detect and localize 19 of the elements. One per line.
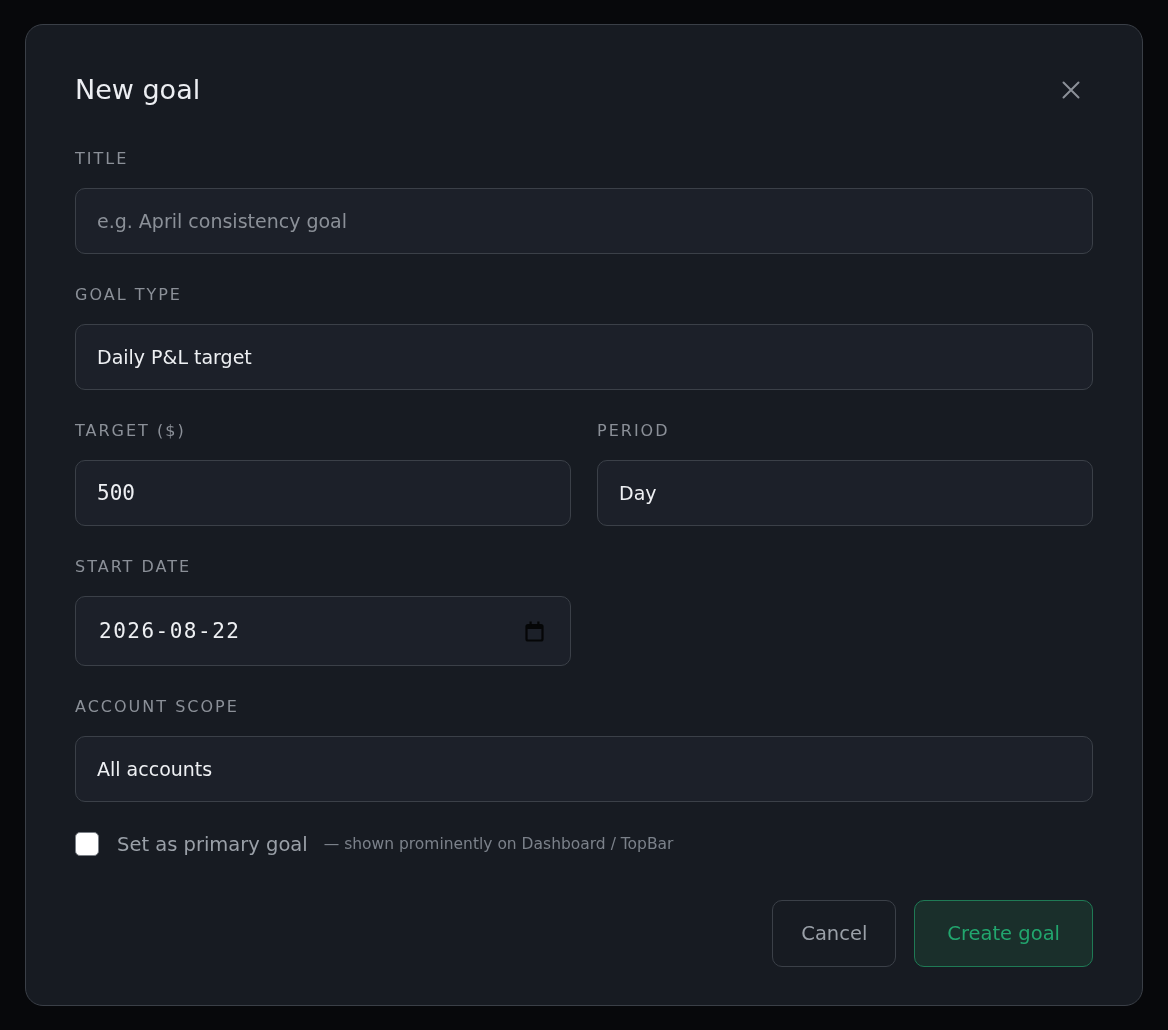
- checkbox-label[interactable]: Set as primary goal: [117, 832, 308, 856]
- field-label: ACCOUNT SCOPE: [75, 697, 240, 717]
- field-label: PERIOD: [597, 421, 671, 441]
- field-label: GOAL TYPE: [75, 285, 183, 305]
- dialog-title: New goal: [75, 73, 201, 107]
- close-icon[interactable]: [1062, 81, 1080, 99]
- select-field[interactable]: Daily P&L target: [75, 324, 1093, 390]
- create-button[interactable]: Create goal: [914, 900, 1093, 967]
- hint-text: — shown prominently on Dashboard / TopBar: [323, 835, 674, 853]
- field-label: TARGET ($): [75, 421, 187, 441]
- checkbox[interactable]: [75, 832, 99, 856]
- field-label: START DATE: [75, 557, 193, 577]
- cancel-button[interactable]: Cancel: [772, 900, 897, 967]
- number-field[interactable]: 500: [75, 460, 571, 526]
- select-field[interactable]: All accounts: [75, 736, 1093, 802]
- select-field[interactable]: Day: [597, 460, 1093, 526]
- field-label: TITLE: [75, 149, 130, 169]
- date-field[interactable]: 2026-08-22: [75, 596, 571, 666]
- input-field[interactable]: e.g. April consistency goal: [75, 188, 1093, 254]
